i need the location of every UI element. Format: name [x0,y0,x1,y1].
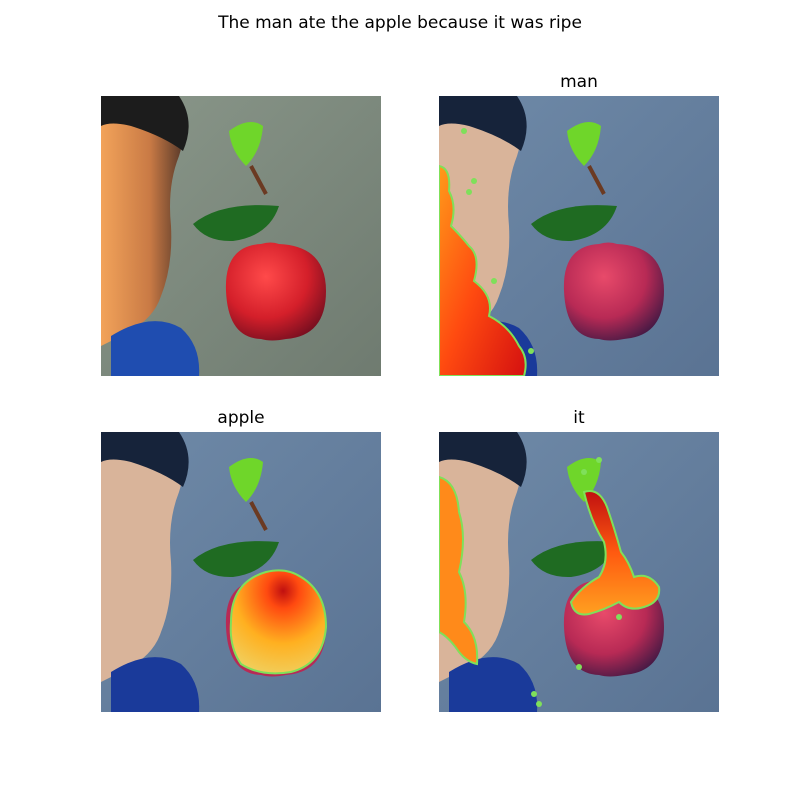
panel-title-man: man [560,72,598,92]
original-image [101,96,381,376]
panel-title-apple: apple [217,408,265,428]
it-attention-panel [439,432,719,712]
apple-attention-panel [101,432,381,712]
it-attention-map [439,432,719,712]
panel-title-it: it [573,408,585,428]
man-attention-map [439,96,719,376]
apple-attention-map [101,432,381,712]
original-image-panel [101,96,381,376]
man-attention-panel [439,96,719,376]
figure-title: The man ate the apple because it was rip… [218,13,582,33]
